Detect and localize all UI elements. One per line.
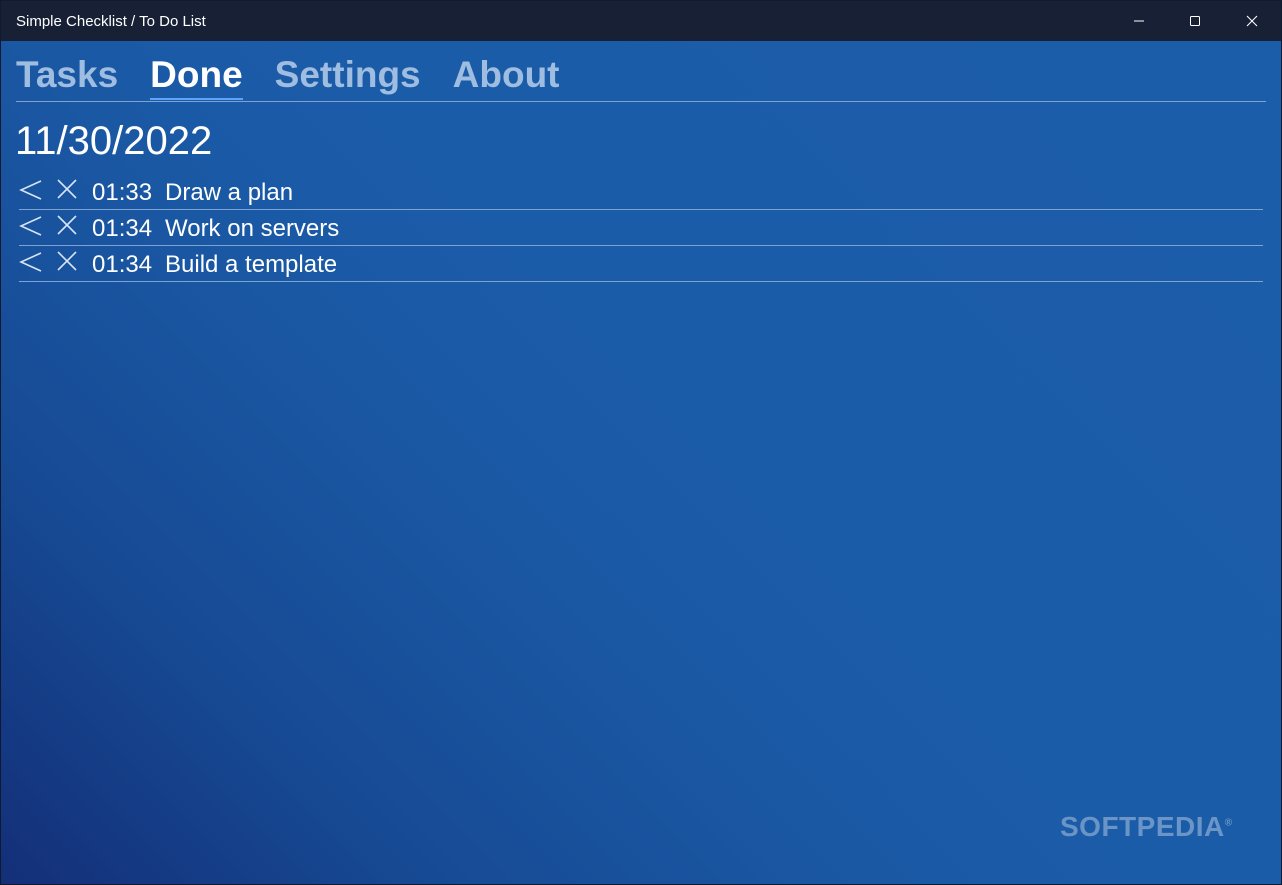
restore-task-button[interactable] xyxy=(19,250,43,274)
app-window: Simple Checklist / To Do List Tasks Done… xyxy=(0,0,1282,885)
x-icon xyxy=(57,251,77,271)
tab-tasks[interactable]: Tasks xyxy=(16,53,118,97)
delete-task-button[interactable] xyxy=(55,177,79,201)
chevron-left-icon xyxy=(19,252,42,272)
task-time: 01:34 xyxy=(92,251,153,278)
task-label: Draw a plan xyxy=(165,179,294,206)
list-item: 01:34 Work on servers xyxy=(19,210,1263,246)
title-bar[interactable]: Simple Checklist / To Do List xyxy=(1,1,1281,41)
delete-task-button[interactable] xyxy=(55,213,79,237)
done-list: 01:33 Draw a plan 01:34 Work on servers xyxy=(19,174,1263,282)
date-heading: 11/30/2022 xyxy=(15,119,213,163)
x-icon xyxy=(57,215,77,235)
chevron-left-icon xyxy=(19,216,42,236)
watermark-text: SOFTPEDIA xyxy=(1060,811,1225,842)
tabs-divider xyxy=(16,101,1266,102)
tab-bar: Tasks Done Settings About xyxy=(16,53,592,100)
minimize-icon xyxy=(1134,20,1144,22)
tab-about[interactable]: About xyxy=(453,53,560,97)
delete-task-button[interactable] xyxy=(55,249,79,273)
tab-done[interactable]: Done xyxy=(150,53,243,100)
restore-task-button[interactable] xyxy=(19,178,43,202)
close-icon xyxy=(1246,15,1258,27)
window-title: Simple Checklist / To Do List xyxy=(16,13,206,30)
softpedia-watermark: SOFTPEDIA® xyxy=(1060,811,1233,843)
list-item: 01:33 Draw a plan xyxy=(19,174,1263,210)
maximize-button[interactable] xyxy=(1167,1,1223,41)
close-button[interactable] xyxy=(1224,1,1280,41)
registered-mark: ® xyxy=(1224,817,1233,829)
task-time: 01:34 xyxy=(92,215,153,242)
chevron-left-icon xyxy=(19,180,42,200)
minimize-button[interactable] xyxy=(1111,1,1167,41)
task-time: 01:33 xyxy=(92,179,153,206)
tab-settings[interactable]: Settings xyxy=(275,53,421,97)
maximize-icon xyxy=(1190,16,1200,26)
task-label: Work on servers xyxy=(165,215,340,242)
x-icon xyxy=(57,179,77,199)
list-item: 01:34 Build a template xyxy=(19,246,1263,282)
restore-task-button[interactable] xyxy=(19,214,43,238)
task-label: Build a template xyxy=(165,251,338,278)
